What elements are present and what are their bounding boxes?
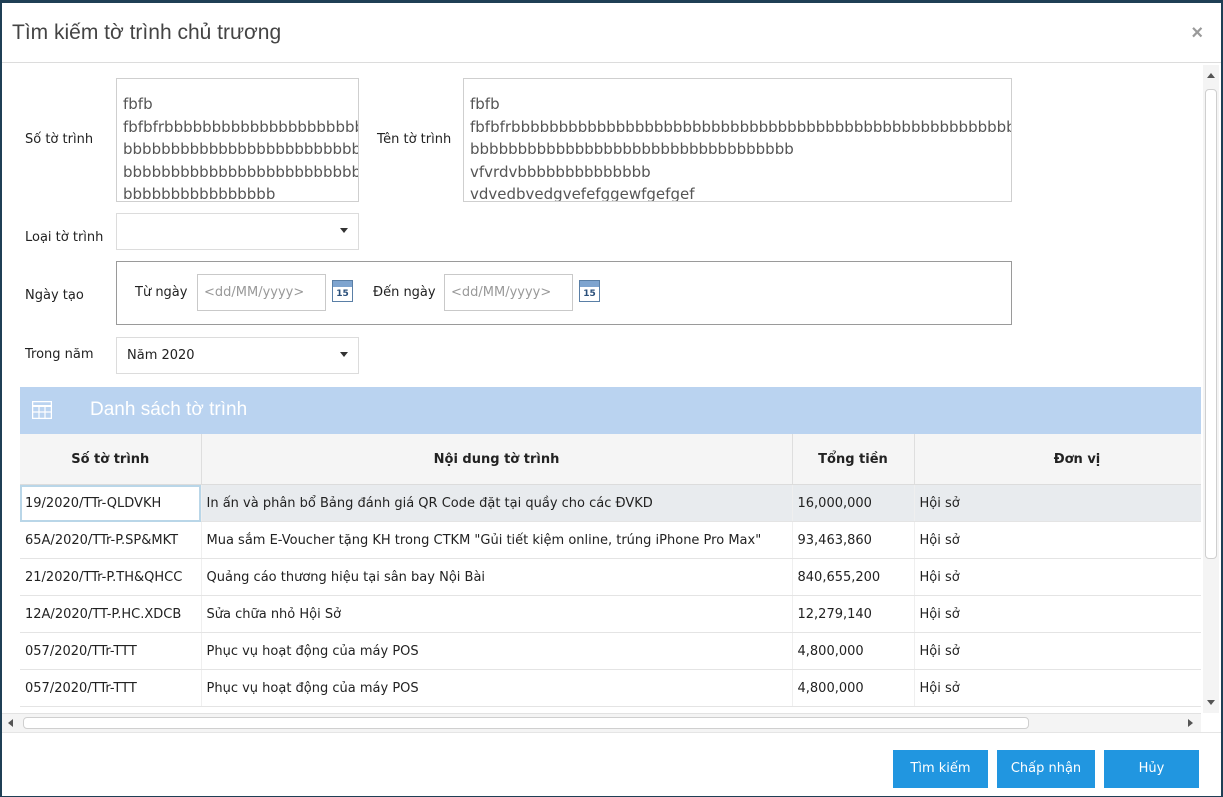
- vertical-scroll-thumb[interactable]: [1205, 89, 1217, 559]
- ten-to-trinh-textarea[interactable]: fbfb fbfbfrbbbbbbbbbbbbbbbbbbbbbbbbbbbbbb…: [463, 78, 1012, 202]
- grid-header-bar: Danh sách tờ trình: [20, 387, 1201, 434]
- table-icon: [32, 401, 52, 419]
- table-header-row: Số tờ trình Nội dung tờ trình Tổng tiền …: [20, 434, 1201, 485]
- so-to-trinh-text-line: bbbbbbbbbbbbbbbbbbbbbbbbb: [123, 162, 359, 181]
- calendar-icon[interactable]: 15: [579, 280, 600, 302]
- search-button[interactable]: Tìm kiếm: [893, 750, 988, 788]
- cell-don-vi[interactable]: Hội sở: [914, 558, 1201, 596]
- table-row[interactable]: 21/2020/TTr-P.TH&QHCC Quảng cáo thương h…: [20, 558, 1201, 596]
- ngay-tao-label: Ngày tạo: [25, 288, 84, 303]
- cell-noi-dung[interactable]: Quảng cáo thương hiệu tại sân bay Nội Bà…: [201, 558, 793, 596]
- cell-noi-dung[interactable]: Mua sắm E-Voucher tặng KH trong CTKM "Gủ…: [201, 521, 793, 559]
- cell-noi-dung[interactable]: Phục vụ hoạt động của máy POS: [201, 669, 793, 707]
- table-row[interactable]: 12A/2020/TT-P.HC.XDCB Sửa chữa nhỏ Hội S…: [20, 595, 1201, 633]
- so-to-trinh-textarea[interactable]: fbfb fbfbfrbbbbbbbbbbbbbbbbbbbbb bbbbbbbbb…: [116, 78, 359, 202]
- ten-to-trinh-text-line: fbfbfrbbbbbbbbbbbbbbbbbbbbbbbbbbbbbbbbbb…: [470, 117, 1012, 136]
- close-icon[interactable]: ×: [1191, 23, 1203, 43]
- cell-noi-dung[interactable]: Sửa chữa nhỏ Hội Sở: [201, 595, 793, 633]
- grid-title: Danh sách tờ trình: [90, 399, 248, 420]
- calendar-day: 15: [583, 289, 596, 299]
- so-to-trinh-text-line: fbfb: [123, 95, 153, 113]
- loai-to-trinh-label: Loại tờ trình: [25, 230, 104, 245]
- cell-tong-tien[interactable]: 93,463,860: [792, 521, 915, 559]
- cell-so-to-trinh[interactable]: 21/2020/TTr-P.TH&QHCC: [20, 558, 202, 596]
- cell-so-to-trinh[interactable]: 12A/2020/TT-P.HC.XDCB: [20, 595, 202, 633]
- ten-to-trinh-label: Tên tờ trình: [377, 132, 452, 147]
- vertical-scrollbar[interactable]: [1203, 65, 1219, 713]
- cell-so-to-trinh[interactable]: 19/2020/TTr-QLDVKH: [20, 484, 202, 522]
- scroll-left-icon[interactable]: [8, 719, 13, 727]
- loai-to-trinh-select[interactable]: [116, 213, 359, 250]
- calendar-icon[interactable]: 15: [332, 280, 353, 302]
- column-header-don-vi[interactable]: Đơn vị: [914, 434, 1201, 485]
- cell-tong-tien[interactable]: 4,800,000: [792, 632, 915, 670]
- scroll-down-icon[interactable]: [1207, 700, 1215, 705]
- cell-so-to-trinh[interactable]: 057/2020/TTr-TTT: [20, 669, 202, 707]
- trong-nam-value: Năm 2020: [127, 348, 195, 363]
- horizontal-scroll-thumb[interactable]: [23, 717, 1029, 729]
- cell-noi-dung[interactable]: Phục vụ hoạt động của máy POS: [201, 632, 793, 670]
- table-row[interactable]: 057/2020/TTr-TTT Phục vụ hoạt động của m…: [20, 669, 1201, 707]
- cell-don-vi[interactable]: Hội sở: [914, 595, 1201, 633]
- cell-don-vi[interactable]: Hội sở: [914, 669, 1201, 707]
- scroll-right-icon[interactable]: [1188, 719, 1193, 727]
- so-to-trinh-label: Số tờ trình: [25, 132, 94, 147]
- column-header-so-to-trinh[interactable]: Số tờ trình: [20, 434, 202, 485]
- cell-tong-tien[interactable]: 12,279,140: [792, 595, 915, 633]
- ten-to-trinh-text-line: vdvedbvedgvefefggewfgefgef: [470, 185, 695, 202]
- ten-to-trinh-text-line: vfvrdvbbbbbbbbbbbbbb: [470, 162, 651, 181]
- dialog-header: Tìm kiếm tờ trình chủ trương ×: [2, 3, 1221, 63]
- cell-so-to-trinh[interactable]: 65A/2020/TTr-P.SP&MKT: [20, 521, 202, 559]
- dialog-content: Số tờ trình fbfb fbfbfrbbbbbbbbbbbbbbbbbb…: [2, 63, 1201, 713]
- tu-ngay-input[interactable]: <dd/MM/yyyy>: [197, 274, 326, 311]
- so-to-trinh-text-line: bbbbbbbbbbbbbbbb: [123, 185, 276, 202]
- tu-ngay-label: Từ ngày: [135, 285, 188, 300]
- cell-don-vi[interactable]: Hội sở: [914, 521, 1201, 559]
- date-range-box: Từ ngày <dd/MM/yyyy> 15 Đến ngày <dd/MM/…: [116, 261, 1012, 325]
- accept-button[interactable]: Chấp nhận: [997, 750, 1095, 788]
- den-ngay-label: Đến ngày: [373, 285, 436, 300]
- dialog-footer: Tìm kiếm Chấp nhận Hủy: [2, 732, 1221, 796]
- cell-don-vi[interactable]: Hội sở: [914, 484, 1201, 522]
- search-dialog: Tìm kiếm tờ trình chủ trương × Số tờ trì…: [2, 3, 1221, 796]
- ten-to-trinh-text-line: fbfb: [470, 95, 500, 113]
- scroll-up-icon[interactable]: [1207, 73, 1215, 78]
- cell-noi-dung[interactable]: In ấn và phân bổ Bảng đánh giá QR Code đ…: [201, 484, 793, 522]
- ten-to-trinh-text-line: bbbbbbbbbbbbbbbbbbbbbbbbbbbbbbbbbb: [470, 140, 794, 158]
- cell-don-vi[interactable]: Hội sở: [914, 632, 1201, 670]
- trong-nam-label: Trong năm: [25, 347, 94, 362]
- so-to-trinh-text-line: fbfbfrbbbbbbbbbbbbbbbbbbbbb: [123, 117, 359, 136]
- table-row[interactable]: 19/2020/TTr-QLDVKH In ấn và phân bổ Bảng…: [20, 484, 1201, 522]
- result-table: Số tờ trình Nội dung tờ trình Tổng tiền …: [20, 434, 1201, 707]
- cell-tong-tien[interactable]: 840,655,200: [792, 558, 915, 596]
- den-ngay-input[interactable]: <dd/MM/yyyy>: [444, 274, 573, 311]
- cancel-button[interactable]: Hủy: [1104, 750, 1199, 788]
- chevron-down-icon: [340, 352, 348, 357]
- column-header-tong-tien[interactable]: Tổng tiền: [792, 434, 915, 485]
- trong-nam-select[interactable]: Năm 2020: [116, 337, 359, 374]
- chevron-down-icon: [340, 228, 348, 233]
- so-to-trinh-text-line: bbbbbbbbbbbbbbbbbbbbbbbbb: [123, 140, 359, 158]
- column-header-noi-dung[interactable]: Nội dung tờ trình: [201, 434, 793, 485]
- horizontal-scrollbar[interactable]: [2, 713, 1201, 732]
- cell-tong-tien[interactable]: 16,000,000: [792, 484, 915, 522]
- cell-tong-tien[interactable]: 4,800,000: [792, 669, 915, 707]
- calendar-day: 15: [336, 289, 349, 299]
- table-row[interactable]: 65A/2020/TTr-P.SP&MKT Mua sắm E-Voucher …: [20, 521, 1201, 559]
- dialog-title: Tìm kiếm tờ trình chủ trương: [12, 21, 282, 44]
- cell-so-to-trinh[interactable]: 057/2020/TTr-TTT: [20, 632, 202, 670]
- table-row[interactable]: 057/2020/TTr-TTT Phục vụ hoạt động của m…: [20, 632, 1201, 670]
